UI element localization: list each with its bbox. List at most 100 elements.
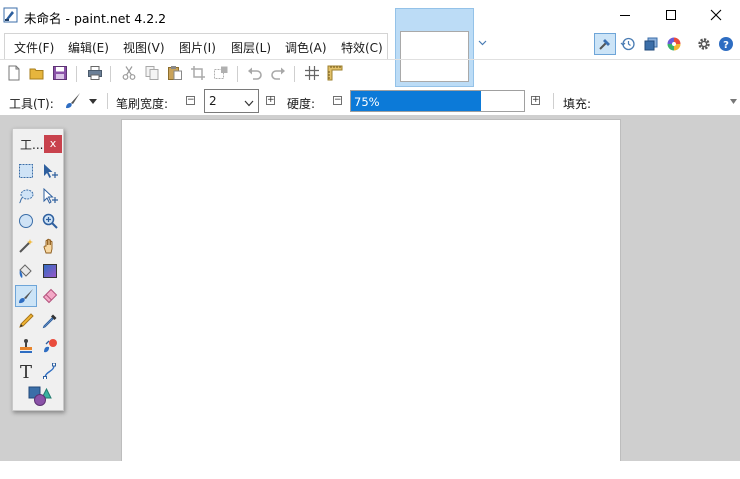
- save-icon: [53, 66, 67, 80]
- brush-width-value: 2: [209, 94, 217, 108]
- tool-ellipse-select[interactable]: [15, 210, 37, 232]
- menu-image[interactable]: 图片(I): [179, 39, 216, 56]
- crop-icon: [191, 66, 205, 80]
- history-window-button[interactable]: [617, 33, 639, 55]
- tools-window: 工... x T: [12, 128, 64, 411]
- text-icon: T: [20, 362, 32, 380]
- copy-icon: [145, 66, 159, 80]
- menu-layers[interactable]: 图层(L): [231, 39, 271, 56]
- tool-pencil[interactable]: [15, 310, 37, 332]
- line-curve-icon: [43, 363, 56, 379]
- tool-paint-bucket[interactable]: [15, 260, 37, 282]
- move-selected-icon: [44, 164, 58, 178]
- image-list-dropdown-icon[interactable]: [478, 38, 487, 49]
- brush-width-combobox[interactable]: 2: [204, 89, 259, 113]
- help-icon: ?: [719, 37, 733, 51]
- tool-recolor[interactable]: [39, 335, 61, 357]
- settings-button[interactable]: [693, 33, 715, 55]
- color-wheel-icon: [667, 37, 681, 51]
- tool-paintbrush[interactable]: [15, 285, 37, 307]
- tools-window-toggle-button[interactable]: [594, 33, 616, 55]
- paste-icon: [168, 66, 182, 80]
- tool-text[interactable]: T: [15, 360, 37, 382]
- header-divider: [0, 59, 740, 60]
- rulers-button[interactable]: [326, 64, 344, 82]
- maximize-icon: [666, 10, 676, 20]
- tool-pan[interactable]: [39, 235, 61, 257]
- print-button[interactable]: [86, 64, 104, 82]
- brush-width-label: 笔刷宽度:: [116, 97, 169, 111]
- menu-file[interactable]: 文件(F): [14, 39, 54, 56]
- layers-window-button[interactable]: [640, 33, 662, 55]
- tool-eraser[interactable]: [39, 285, 61, 307]
- rectangle-select-icon: [19, 164, 33, 178]
- pan-icon: [43, 238, 53, 254]
- hammer-icon: [599, 39, 610, 50]
- brush-width-increase-button[interactable]: +: [266, 96, 275, 105]
- help-button[interactable]: ?: [715, 33, 737, 55]
- tool-lasso-select[interactable]: [15, 185, 37, 207]
- paintbrush-icon: [66, 93, 80, 109]
- tool-move-selection[interactable]: [39, 185, 61, 207]
- paste-button[interactable]: [166, 64, 184, 82]
- cut-icon: [122, 66, 136, 80]
- tool-label: 工具(T):: [9, 97, 54, 111]
- image-canvas[interactable]: [122, 120, 620, 461]
- lasso-select-icon: [19, 189, 34, 204]
- minimize-icon: [620, 15, 630, 16]
- tool-gradient[interactable]: [39, 260, 61, 282]
- toolbar-separator: [76, 66, 77, 82]
- redo-button[interactable]: [269, 64, 287, 82]
- maximize-button[interactable]: [648, 0, 694, 30]
- menu-effects[interactable]: 特效(C): [341, 39, 383, 56]
- colors-window-button[interactable]: [663, 33, 685, 55]
- tool-rectangle-select[interactable]: [15, 160, 37, 182]
- redo-icon: [271, 67, 285, 80]
- tool-line-curve[interactable]: [39, 360, 61, 382]
- close-window-button[interactable]: [693, 0, 739, 30]
- chevron-down-icon: [244, 96, 254, 110]
- svg-text:T: T: [20, 362, 32, 380]
- tool-color-picker[interactable]: [39, 310, 61, 332]
- tools-window-close-button[interactable]: x: [44, 135, 62, 153]
- minimize-button[interactable]: [602, 0, 648, 30]
- tool-shapes[interactable]: [27, 385, 53, 407]
- hardness-increase-button[interactable]: +: [531, 96, 540, 105]
- menu-adjustments[interactable]: 调色(A): [285, 39, 327, 56]
- tool-zoom[interactable]: [39, 210, 61, 232]
- tool-magic-wand[interactable]: [15, 235, 37, 257]
- print-icon: [88, 66, 102, 80]
- tool-move-selected[interactable]: [39, 160, 61, 182]
- hardness-slider[interactable]: 75%: [350, 90, 525, 112]
- layers-icon: [644, 37, 658, 51]
- menu-view[interactable]: 视图(V): [123, 39, 165, 56]
- paintbrush-icon: [19, 289, 33, 304]
- color-picker-icon: [42, 314, 57, 329]
- crop-to-selection-button[interactable]: [189, 64, 207, 82]
- undo-button[interactable]: [246, 64, 264, 82]
- save-button[interactable]: [51, 64, 69, 82]
- cut-button[interactable]: [120, 64, 138, 82]
- paintnet-app-icon: [3, 7, 19, 23]
- deselect-icon: [214, 66, 228, 79]
- tool-clone-stamp[interactable]: [15, 335, 37, 357]
- toolbar-separator: [294, 66, 295, 82]
- open-folder-icon: [29, 68, 44, 80]
- menu-bar: 文件(F) 编辑(E) 视图(V) 图片(I) 图层(L) 调色(A) 特效(C…: [4, 33, 388, 59]
- hardness-decrease-button[interactable]: −: [333, 96, 342, 105]
- bottom-strip: [0, 461, 740, 479]
- options-separator: [553, 93, 554, 109]
- open-file-button[interactable]: [28, 64, 46, 82]
- deselect-button[interactable]: [212, 64, 230, 82]
- plus-icon: +: [267, 95, 275, 105]
- menu-edit[interactable]: 编辑(E): [68, 39, 109, 56]
- pencil-icon: [19, 313, 34, 328]
- fill-label: 填充:: [563, 97, 592, 111]
- new-file-button[interactable]: [5, 64, 23, 82]
- copy-button[interactable]: [143, 64, 161, 82]
- options-overflow-icon[interactable]: [730, 97, 737, 106]
- brush-width-decrease-button[interactable]: −: [186, 96, 195, 105]
- pixel-grid-button[interactable]: [303, 64, 321, 82]
- toolbar-separator: [237, 66, 238, 82]
- tool-selector-dropdown[interactable]: [64, 91, 98, 111]
